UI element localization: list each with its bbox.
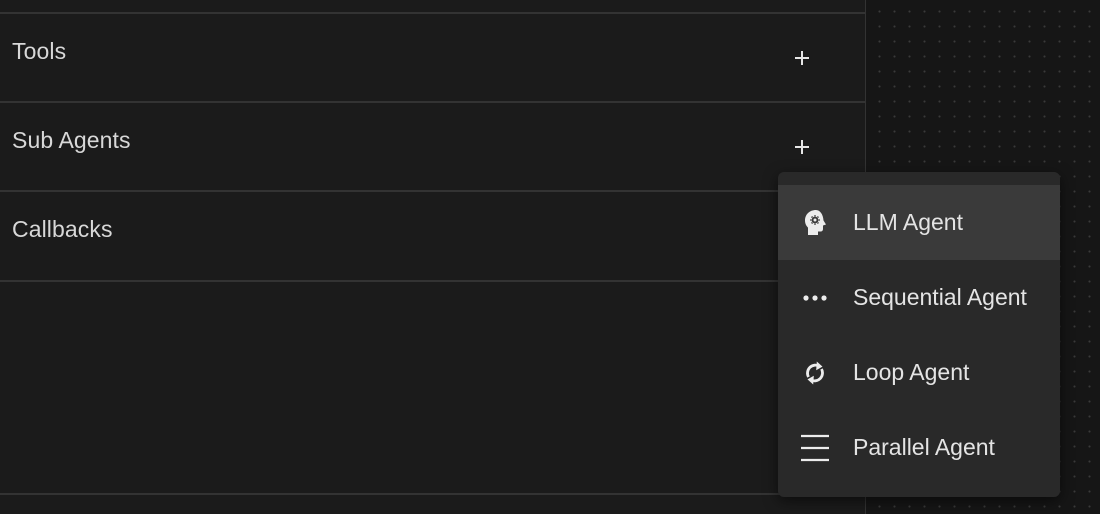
menu-item-sequential-agent[interactable]: Sequential Agent <box>778 260 1060 335</box>
section-divider <box>0 190 865 192</box>
section-divider <box>0 280 865 282</box>
psychology-head-icon <box>799 207 831 239</box>
loop-icon <box>799 357 831 389</box>
agent-config-panel: Tools Sub Agents Callbacks <box>0 0 866 514</box>
menu-item-label: Loop Agent <box>853 359 970 385</box>
menu-item-label: Parallel Agent <box>853 434 995 460</box>
section-divider <box>0 12 865 14</box>
menu-item-llm-agent[interactable]: LLM Agent <box>778 185 1060 260</box>
plus-icon <box>793 138 811 156</box>
add-sub-agent-button[interactable] <box>788 133 816 161</box>
plus-icon <box>793 49 811 67</box>
menu-item-loop-agent[interactable]: Loop Agent <box>778 335 1060 410</box>
more-horiz-icon <box>799 282 831 314</box>
menu-item-parallel-agent[interactable]: Parallel Agent <box>778 410 1060 485</box>
section-divider <box>0 101 865 103</box>
parallel-lines-icon <box>799 432 831 464</box>
agent-type-menu: LLM Agent Sequential Agent Loop Agent Pa… <box>778 172 1060 497</box>
section-divider <box>0 493 865 495</box>
menu-item-label: Sequential Agent <box>853 284 1027 310</box>
tools-section-title: Tools <box>12 38 67 64</box>
app-root: Tools Sub Agents Callbacks LLM Agent Seq… <box>0 0 1100 514</box>
sub-agents-section-title: Sub Agents <box>12 127 131 153</box>
add-tool-button[interactable] <box>788 44 816 72</box>
callbacks-section-title: Callbacks <box>12 216 113 242</box>
menu-item-label: LLM Agent <box>853 209 963 235</box>
